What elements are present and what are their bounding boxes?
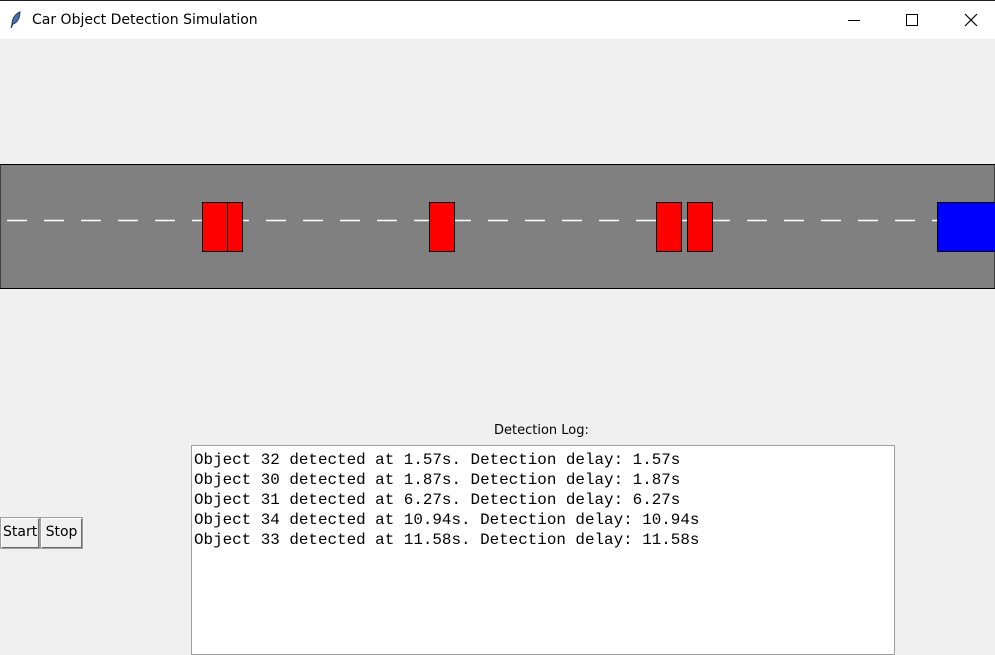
obstacle-car bbox=[657, 203, 682, 252]
detection-log-label: Detection Log: bbox=[494, 423, 589, 438]
minimize-button[interactable] bbox=[831, 1, 877, 39]
log-line: Object 32 detected at 1.57s. Detection d… bbox=[194, 450, 894, 470]
close-icon bbox=[964, 13, 978, 27]
obstacle-car bbox=[228, 203, 243, 252]
log-line: Object 30 detected at 1.87s. Detection d… bbox=[194, 470, 894, 490]
road bbox=[0, 165, 995, 289]
detection-log-textbox[interactable]: Object 32 detected at 1.57s. Detection d… bbox=[191, 445, 895, 655]
close-button[interactable] bbox=[948, 1, 994, 39]
obstacle-car bbox=[430, 203, 455, 252]
log-line: Object 34 detected at 10.94s. Detection … bbox=[194, 510, 894, 530]
title-bar: Car Object Detection Simulation bbox=[0, 0, 995, 39]
maximize-icon bbox=[905, 13, 919, 27]
maximize-button[interactable] bbox=[889, 1, 935, 39]
obstacle-car bbox=[203, 203, 228, 252]
feather-icon bbox=[9, 11, 23, 29]
road-canvas bbox=[0, 164, 995, 290]
player-car bbox=[938, 203, 995, 252]
log-line: Object 31 detected at 6.27s. Detection d… bbox=[194, 490, 894, 510]
obstacle-car bbox=[688, 203, 713, 252]
start-button[interactable]: Start bbox=[0, 517, 40, 549]
minimize-icon bbox=[847, 13, 861, 27]
simulation-window-content: Detection Log: Object 32 detected at 1.5… bbox=[0, 39, 995, 646]
window-title: Car Object Detection Simulation bbox=[32, 12, 258, 28]
log-line: Object 33 detected at 11.58s. Detection … bbox=[194, 530, 894, 550]
stop-button[interactable]: Stop bbox=[40, 517, 83, 549]
